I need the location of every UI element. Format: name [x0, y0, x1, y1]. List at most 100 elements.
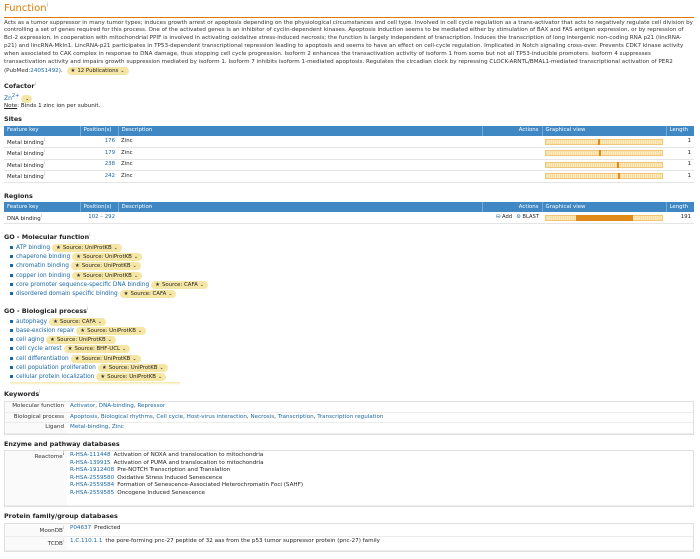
go-term-item: chaperone binding ★ Source: UniProtKB ⌄ [10, 253, 694, 262]
bullet-icon [10, 329, 13, 333]
feature-track[interactable] [545, 161, 663, 168]
keyword-link[interactable]: Transcription [278, 414, 314, 420]
keyword-link[interactable]: Host-virus interaction [187, 414, 247, 420]
database-id-link[interactable]: P04637 [70, 525, 91, 531]
go-term-link[interactable]: cell cycle arrest [16, 346, 62, 352]
go-source-badge[interactable]: ★ Source: CAFA ⌄ [119, 289, 177, 298]
feature-marker[interactable] [616, 161, 619, 168]
help-icon[interactable]: i [41, 213, 42, 218]
go-source-badge[interactable]: ★ Source: UniProtKB ⌄ [46, 336, 116, 345]
go-term-link[interactable]: ATP binding [16, 245, 50, 251]
go-source-badge[interactable]: ★ Source: UniProtKB ⌄ [52, 244, 122, 253]
database-id-link[interactable]: 1.C.110.1.1 [70, 538, 102, 544]
col-description[interactable]: Description [118, 202, 483, 213]
go-source-badge[interactable]: ★ Source: UniProtKB ⌄ [70, 262, 141, 271]
reactome-id-link[interactable]: R-HSA-2559580 [70, 475, 114, 481]
help-icon[interactable]: i [44, 137, 45, 142]
keyword-link[interactable]: Transcription regulation [317, 414, 383, 420]
help-icon[interactable]: i [44, 160, 45, 165]
keyword-link[interactable]: Activator [70, 403, 95, 409]
col-actions: Actions [482, 202, 543, 213]
evidence-star-icon: ★ [70, 68, 76, 75]
go-source-badge[interactable]: ★ Source: UniProtKB ⌄ [72, 271, 143, 280]
go-source-badge[interactable]: ★ Source: CAFA ⌄ [49, 317, 106, 326]
col-feature-key[interactable]: Feature key [4, 202, 81, 213]
help-icon[interactable]: i [63, 525, 64, 530]
cofactor-evidence-badge[interactable]: ⌄ [21, 94, 32, 103]
zinc-link[interactable]: Zn2+ [4, 93, 19, 102]
blast-button[interactable]: ⚙ BLAST [516, 214, 539, 220]
position-link[interactable]: 176 [105, 138, 115, 144]
keyword-link[interactable]: DNA-binding [99, 403, 134, 409]
go-term-item: autophagy ★ Source: CAFA ⌄ [10, 317, 694, 327]
pubmed-link[interactable]: 24051492 [30, 68, 58, 74]
go-source-badge[interactable]: ★ Source: UniProtKB ⌄ [97, 363, 168, 372]
chevron-down-icon: ⌄ [132, 355, 137, 362]
keyword-link[interactable]: Necrosis [250, 414, 274, 420]
col-actions: Actions [482, 126, 543, 137]
go-source-badge[interactable]: ★ Source: UniProtKB ⌄ [72, 253, 143, 262]
go-term-link[interactable]: autophagy [16, 319, 47, 325]
position-link[interactable]: 242 [105, 173, 115, 179]
position-link[interactable]: 102 – 292 [88, 214, 115, 220]
reactome-id-link[interactable]: R-HSA-1912408 [70, 467, 114, 473]
feature-region-bar[interactable] [576, 214, 633, 221]
chevron-down-icon: ⌄ [133, 272, 139, 279]
col-positions[interactable]: Position(s) [80, 126, 119, 137]
go-term-link[interactable]: copper ion binding [16, 273, 70, 279]
go-term-link[interactable]: cell differentiation [16, 356, 69, 362]
feature-track[interactable] [545, 173, 663, 180]
reactome-id-link[interactable]: R-HSA-2559585 [70, 490, 114, 496]
col-feature-key[interactable]: Feature key [4, 126, 81, 137]
go-term-link[interactable]: chromatin binding [16, 263, 69, 269]
publications-badge[interactable]: ★ 12 Publications ⌄ [66, 67, 129, 76]
keyword-row: Biological process Apoptosis, Biological … [5, 412, 693, 424]
go-source-badge[interactable]: ★ Source: CAFA ⌄ [151, 280, 208, 289]
position-link[interactable]: 238 [105, 161, 115, 167]
keyword-link[interactable]: Apoptosis [70, 414, 97, 420]
protein-family-heading: Protein family/group databases [4, 512, 118, 521]
go-term-link[interactable]: cell aging [16, 337, 44, 343]
keyword-link[interactable]: Biological rhythms [101, 414, 153, 420]
go-term-link[interactable]: cellular protein localization [16, 374, 94, 380]
go-source-badge[interactable]: ★ Source: UniProtKB ⌄ [70, 354, 141, 363]
feature-marker[interactable] [599, 150, 602, 157]
go-source-badge[interactable]: ★ Source: BHF-UCL ⌄ [63, 345, 131, 354]
go-source-badge[interactable]: ★ Source: UniProtKB ⌄ [96, 373, 167, 382]
col-length[interactable]: Length [666, 126, 694, 137]
function-paragraph: Acts as a tumor suppressor in many tumor… [4, 19, 693, 76]
col-positions[interactable]: Position(s) [80, 202, 119, 213]
regions-table: Feature key Position(s) Description Acti… [4, 202, 694, 225]
help-icon[interactable]: i [44, 148, 45, 153]
graphical-view-cell [542, 159, 666, 172]
feature-marker[interactable] [617, 173, 620, 180]
go-term-link[interactable]: chaperone binding [16, 254, 70, 260]
position-link[interactable]: 179 [105, 150, 115, 156]
reactome-id-link[interactable]: R-HSA-111448 [70, 452, 111, 458]
go-bp-heading: GO - Biological processi [4, 306, 89, 316]
go-source-badge[interactable]: ★ Source: UniProtKB ⌄ [76, 327, 147, 336]
go-term-link[interactable]: disordered domain specific binding [16, 291, 118, 297]
feature-track[interactable] [545, 214, 663, 221]
reactome-scroll-list[interactable]: R-HSA-111448 Activation of NOXA and trans… [70, 452, 690, 504]
keyword-link[interactable]: Zinc [112, 424, 124, 430]
col-length[interactable]: Length [666, 202, 694, 213]
go-term-link[interactable]: cell population proliferation [16, 365, 96, 371]
col-description[interactable]: Description [118, 126, 483, 137]
keyword-link[interactable]: Cell cycle [156, 414, 183, 420]
feature-marker[interactable] [598, 138, 601, 145]
help-icon[interactable]: i [44, 171, 45, 176]
help-icon[interactable]: i [63, 538, 64, 543]
reactome-id-link[interactable]: R-HSA-2559584 [70, 482, 114, 488]
feature-track[interactable] [545, 138, 663, 145]
keyword-link[interactable]: Metal-binding [70, 424, 108, 430]
bullet-icon [10, 347, 13, 351]
keyword-link[interactable]: Repressor [137, 403, 165, 409]
go-term-link[interactable]: core promoter sequence-specific DNA bind… [16, 282, 149, 288]
add-basket-button[interactable]: ⛁ Add [496, 214, 512, 220]
length-cell: 1 [666, 147, 694, 160]
feature-track[interactable] [545, 150, 663, 157]
go-term-link[interactable]: base-excision repair [16, 328, 74, 334]
reactome-id-link[interactable]: R-HSA-139915 [70, 460, 111, 466]
help-icon[interactable]: i [47, 3, 48, 9]
